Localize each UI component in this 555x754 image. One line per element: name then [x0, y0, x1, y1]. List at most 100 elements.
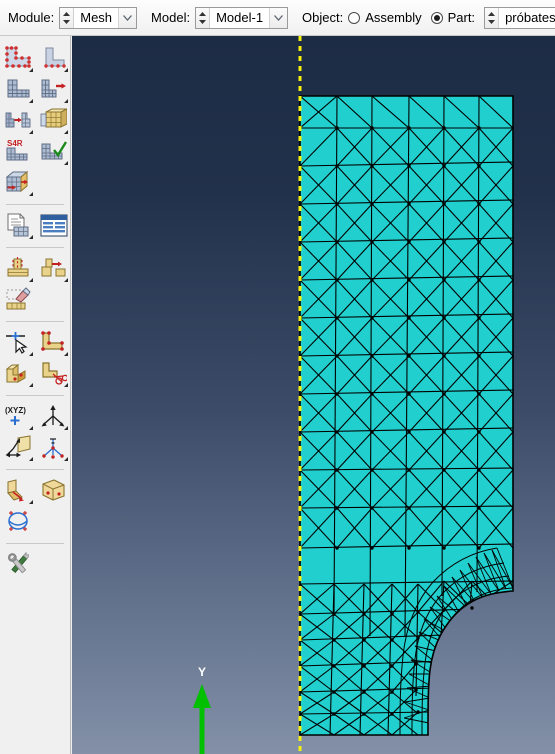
- part-combo[interactable]: próbatest: [484, 6, 555, 29]
- module-combo[interactable]: Mesh: [59, 6, 138, 29]
- toolbox-row: [0, 167, 70, 198]
- toolbox-row: (XYZ): [0, 401, 70, 432]
- toolbox-row: S4R: [0, 136, 70, 167]
- split-edge-icon[interactable]: [37, 358, 70, 389]
- partition-cell-icon[interactable]: [2, 506, 35, 537]
- flyout-corner-icon[interactable]: [29, 500, 33, 504]
- flyout-corner-icon[interactable]: [29, 426, 33, 430]
- tools-group: [0, 547, 70, 583]
- flyout-corner-icon[interactable]: [29, 457, 33, 461]
- create-datum-axis-icon[interactable]: [37, 401, 70, 432]
- offset-mesh-icon[interactable]: [2, 358, 35, 389]
- model-label: Model:: [151, 10, 191, 25]
- mesh-module-toolbox: S4R (XYZ): [0, 36, 71, 754]
- seed-part-icon[interactable]: [37, 43, 70, 74]
- abaqus-cae-window: Module: Mesh Model: Model-1 Object: Asse…: [0, 0, 555, 754]
- seed-mesh-group: S4R: [0, 41, 70, 201]
- model-viewport[interactable]: Y: [72, 36, 555, 754]
- coordinate-triad: Y: [193, 665, 211, 754]
- flyout-corner-icon[interactable]: [29, 235, 33, 239]
- flyout-corner-icon[interactable]: [64, 457, 68, 461]
- datum-group: (XYZ): [0, 399, 70, 466]
- flyout-corner-icon[interactable]: [29, 352, 33, 356]
- flyout-corner-icon[interactable]: [64, 99, 68, 103]
- toolbox-row: [0, 549, 70, 580]
- toolbox-separator: [6, 247, 64, 248]
- seed-part-instance-icon[interactable]: [2, 43, 35, 74]
- flyout-corner-icon[interactable]: [64, 68, 68, 72]
- part-label: Part:: [447, 10, 476, 25]
- delete-mesh-icon[interactable]: [2, 284, 35, 315]
- seed-edge-biased-icon[interactable]: [37, 74, 70, 105]
- create-element-icon[interactable]: [37, 327, 70, 358]
- radio-icon[interactable]: [348, 11, 361, 24]
- toolbox-row: [0, 210, 70, 241]
- spinner-icon[interactable]: [60, 7, 75, 28]
- toolbox-separator: [6, 321, 64, 322]
- spinner-icon[interactable]: [485, 7, 500, 28]
- model-combo[interactable]: Model-1: [195, 6, 289, 29]
- swap-diagonal-icon[interactable]: [37, 253, 70, 284]
- toolbox-row: [0, 43, 70, 74]
- toolbox-row: [0, 358, 70, 389]
- flyout-corner-icon[interactable]: [29, 383, 33, 387]
- radio-selected-icon[interactable]: [430, 11, 443, 24]
- toolbox-separator: [6, 204, 64, 205]
- context-bar: Module: Mesh Model: Model-1 Object: Asse…: [0, 0, 555, 36]
- flyout-corner-icon[interactable]: [29, 278, 33, 282]
- flyout-corner-icon[interactable]: [64, 161, 68, 165]
- y-axis-arrowhead-icon: [193, 684, 211, 708]
- mesh-part-icon[interactable]: [2, 167, 35, 198]
- flyout-corner-icon[interactable]: [64, 278, 68, 282]
- assign-stack-direction-icon[interactable]: S4R: [2, 136, 35, 167]
- chevron-down-icon[interactable]: [269, 7, 288, 28]
- create-datum-point-icon[interactable]: (XYZ): [2, 401, 35, 432]
- remesh-region-icon[interactable]: [2, 253, 35, 284]
- toolbox-row: [0, 74, 70, 105]
- toolbox-row: [0, 475, 70, 506]
- create-mesh-report-icon[interactable]: [2, 210, 35, 241]
- verify-mesh-icon[interactable]: [37, 136, 70, 167]
- mesh-canvas[interactable]: Y: [72, 36, 555, 754]
- create-datum-csys-icon[interactable]: [37, 432, 70, 463]
- toolbox-separator: [6, 469, 64, 470]
- query-mesh-icon[interactable]: [37, 210, 70, 241]
- partition-group: [0, 473, 70, 540]
- assembly-label: Assembly: [365, 10, 422, 25]
- node-element-group: [0, 325, 70, 392]
- flyout-corner-icon[interactable]: [64, 352, 68, 356]
- edit-node-icon[interactable]: [2, 327, 35, 358]
- toolbox-row: [0, 327, 70, 358]
- toolbox-row: [0, 506, 70, 537]
- create-datum-plane-icon[interactable]: [2, 432, 35, 463]
- flyout-corner-icon[interactable]: [64, 383, 68, 387]
- object-label: Object:: [302, 10, 344, 25]
- toolbox-row: [0, 284, 70, 315]
- object-part-radio[interactable]: Part:: [430, 10, 476, 25]
- flyout-corner-icon[interactable]: [29, 68, 33, 72]
- flyout-corner-icon[interactable]: [64, 130, 68, 134]
- object-assembly-radio[interactable]: Assembly: [348, 10, 422, 25]
- partition-face-icon[interactable]: [37, 475, 70, 506]
- flyout-corner-icon[interactable]: [29, 99, 33, 103]
- mesh-report-group: [0, 208, 70, 244]
- seed-edges-icon[interactable]: [2, 74, 35, 105]
- flyout-corner-icon[interactable]: [29, 192, 33, 196]
- assign-element-type-icon[interactable]: [37, 105, 70, 136]
- partition-edge-icon[interactable]: [2, 475, 35, 506]
- mesh-tools-icon[interactable]: [2, 549, 35, 580]
- module-value: Mesh: [80, 9, 113, 25]
- toolbox-separator: [6, 543, 64, 544]
- model-value: Model-1: [216, 9, 264, 25]
- assign-mesh-controls-icon[interactable]: [2, 105, 35, 136]
- y-axis-label: Y: [198, 665, 206, 679]
- module-label: Module:: [8, 10, 55, 25]
- part-value: próbatest: [505, 9, 555, 25]
- spinner-icon[interactable]: [196, 7, 211, 28]
- mesh-edit-group: [0, 251, 70, 318]
- flyout-corner-icon[interactable]: [29, 130, 33, 134]
- toolbox-row: [0, 253, 70, 284]
- flyout-corner-icon[interactable]: [64, 426, 68, 430]
- chevron-down-icon[interactable]: [118, 7, 137, 28]
- svg-text:S4R: S4R: [7, 139, 23, 148]
